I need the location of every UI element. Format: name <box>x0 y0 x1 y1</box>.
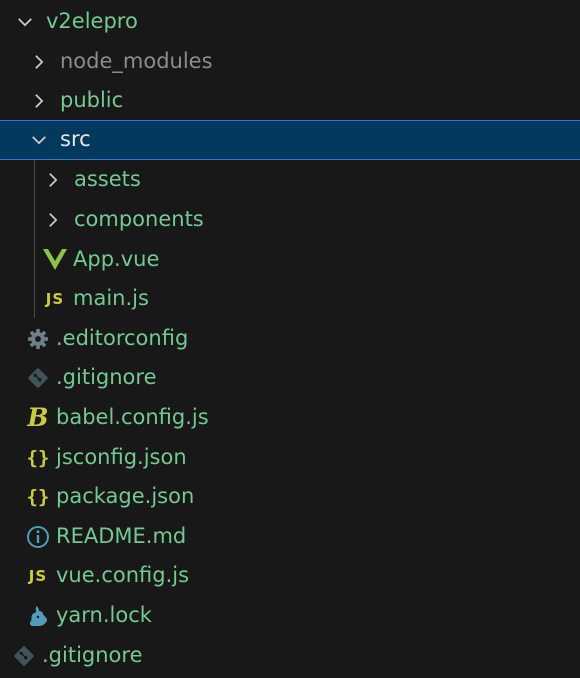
tree-item-label: .gitignore <box>42 643 143 668</box>
tree-item-label: vue.config.js <box>56 563 190 588</box>
js-icon: JS <box>28 566 48 585</box>
git-icon <box>24 364 52 392</box>
chevron-right-icon[interactable] <box>26 49 52 75</box>
chevron-down-icon[interactable] <box>12 9 38 35</box>
tree-item-readme[interactable]: README.md <box>0 517 580 557</box>
tree-item-label: src <box>60 127 91 152</box>
info-icon <box>24 523 52 551</box>
tree-item-gitignore[interactable]: .gitignore <box>0 358 580 398</box>
tree-item-public[interactable]: public <box>0 81 580 121</box>
tree-item-editorconfig[interactable]: .editorconfig <box>0 319 580 359</box>
tree-item-label: README.md <box>56 524 187 549</box>
tree-item-label: v2elepro <box>46 9 138 34</box>
tree-item-components[interactable]: components <box>0 200 580 240</box>
tree-item-gitignore-outer[interactable]: .gitignore <box>0 636 580 676</box>
tree-item-label: yarn.lock <box>56 603 152 628</box>
tree-item-v2elepro[interactable]: v2elepro <box>0 2 580 42</box>
chevron-right-icon[interactable] <box>40 167 66 193</box>
file-explorer-tree: v2elepro node_modules public src assets … <box>0 0 580 678</box>
json-icon: {} <box>26 485 50 508</box>
tree-item-babel-config[interactable]: B babel.config.js <box>0 398 580 438</box>
tree-item-node-modules[interactable]: node_modules <box>0 42 580 82</box>
yarn-icon <box>24 602 52 630</box>
tree-item-assets[interactable]: assets <box>0 160 580 200</box>
json-icon: {} <box>26 446 50 469</box>
tree-item-label: components <box>74 207 204 232</box>
tree-item-label: babel.config.js <box>56 405 209 430</box>
chevron-down-icon[interactable] <box>26 127 52 153</box>
tree-item-label: .editorconfig <box>56 326 189 351</box>
js-icon: JS <box>45 289 65 308</box>
tree-item-label: assets <box>74 167 141 192</box>
tree-item-jsconfig-json[interactable]: {} jsconfig.json <box>0 438 580 478</box>
tree-item-label: public <box>60 88 124 113</box>
chevron-right-icon[interactable] <box>40 207 66 233</box>
tree-item-main-js[interactable]: JS main.js <box>0 279 580 319</box>
tree-item-label: node_modules <box>60 49 213 74</box>
tree-item-label: App.vue <box>73 247 160 272</box>
tree-item-label: .gitignore <box>56 365 157 390</box>
tree-item-label: main.js <box>73 286 149 311</box>
git-icon <box>10 642 38 670</box>
vue-icon <box>41 246 69 274</box>
tree-item-package-json[interactable]: {} package.json <box>0 477 580 517</box>
tree-item-label: jsconfig.json <box>56 445 187 470</box>
gear-icon <box>24 325 52 353</box>
babel-icon: B <box>27 403 49 433</box>
tree-item-app-vue[interactable]: App.vue <box>0 240 580 280</box>
tree-item-label: package.json <box>56 484 195 509</box>
tree-item-vue-config[interactable]: JS vue.config.js <box>0 556 580 596</box>
chevron-right-icon[interactable] <box>26 88 52 114</box>
tree-item-yarn-lock[interactable]: yarn.lock <box>0 596 580 636</box>
tree-item-src[interactable]: src <box>0 120 580 160</box>
